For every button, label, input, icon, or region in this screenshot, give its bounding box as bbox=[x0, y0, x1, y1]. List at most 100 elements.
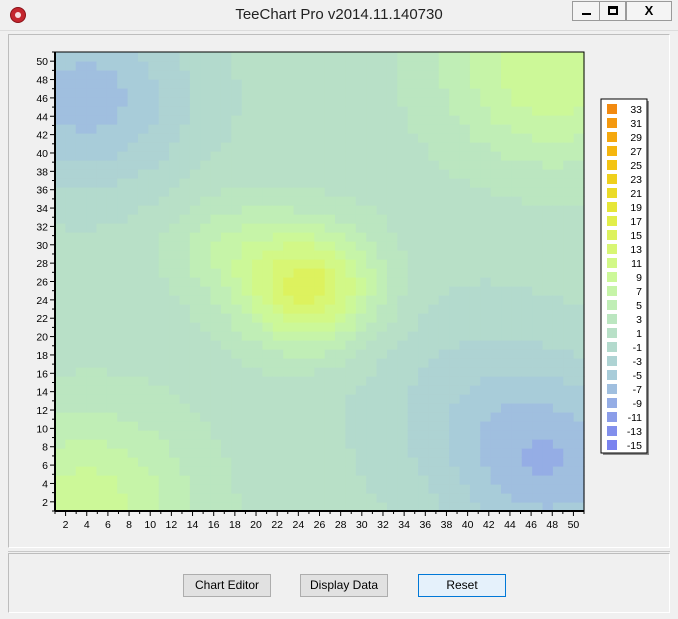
heatmap-cell bbox=[220, 367, 232, 377]
heatmap-cell bbox=[148, 124, 160, 134]
heatmap-cell bbox=[397, 376, 409, 386]
heatmap-cell bbox=[449, 259, 461, 269]
heatmap-cell bbox=[366, 223, 378, 233]
heatmap-cell bbox=[511, 277, 523, 287]
chart-panel[interactable]: 2 4 6 8 10 12 14 16 18 20 22 24 26 28 30 32 34 36 38 40 42 44… bbox=[8, 34, 670, 548]
heatmap-cell bbox=[376, 196, 388, 206]
close-button[interactable]: X bbox=[626, 1, 672, 21]
heatmap-cell bbox=[231, 322, 243, 332]
heatmap-cell bbox=[65, 466, 77, 476]
heatmap-cell bbox=[501, 151, 512, 161]
heatmap-cell bbox=[169, 421, 181, 431]
heatmap-cell bbox=[397, 394, 409, 404]
heatmap-cell bbox=[303, 439, 315, 449]
heatmap-cell bbox=[117, 61, 129, 71]
heatmap-cell bbox=[220, 331, 232, 341]
heatmap-cell bbox=[231, 142, 243, 152]
heatmap-cell bbox=[511, 223, 523, 233]
heatmap-cell bbox=[521, 79, 533, 89]
heatmap-cell bbox=[189, 367, 201, 377]
heatmap-cell bbox=[262, 358, 274, 368]
heatmap-cell bbox=[189, 205, 201, 215]
heatmap-cell bbox=[490, 295, 502, 305]
heatmap-cell bbox=[303, 241, 315, 251]
heatmap-cell bbox=[552, 61, 564, 71]
heatmap-cell bbox=[96, 412, 108, 422]
heatmap-cell bbox=[407, 142, 419, 152]
heatmap-cell bbox=[552, 70, 564, 80]
title-bar[interactable]: TeeChart Pro v2014.11.140730 X bbox=[0, 0, 678, 31]
heatmap-cell bbox=[324, 61, 336, 71]
heatmap-cell bbox=[386, 358, 398, 368]
heatmap-cell bbox=[137, 466, 149, 476]
heatmap-cell bbox=[179, 367, 191, 377]
heatmap-cell bbox=[324, 79, 336, 89]
heatmap-cell bbox=[158, 313, 170, 323]
heatmap-cell bbox=[231, 79, 243, 89]
heatmap-chart[interactable]: 2468101214161820222426283032343638404244… bbox=[9, 35, 669, 547]
heatmap-cell bbox=[127, 484, 139, 494]
heatmap-cell bbox=[169, 187, 181, 197]
heatmap-cell bbox=[179, 196, 191, 206]
heatmap-cell bbox=[65, 142, 77, 152]
heatmap-cell bbox=[366, 322, 378, 332]
heatmap-cell bbox=[386, 394, 398, 404]
heatmap-cell bbox=[65, 133, 77, 143]
heatmap-cell bbox=[480, 214, 492, 224]
heatmap-cell bbox=[511, 214, 523, 224]
heatmap-cell bbox=[303, 178, 315, 188]
heatmap-cell bbox=[532, 187, 544, 197]
heatmap-cell bbox=[345, 349, 357, 359]
heatmap-cell bbox=[75, 421, 87, 431]
heatmap-cell bbox=[55, 286, 66, 296]
heatmap-cell bbox=[86, 160, 98, 170]
heatmap-cell bbox=[158, 376, 170, 386]
heatmap-cell bbox=[552, 160, 564, 170]
heatmap-cell bbox=[252, 187, 264, 197]
heatmap-cell bbox=[272, 430, 284, 440]
y-tick-label: 8 bbox=[42, 442, 48, 454]
heatmap-cell bbox=[490, 70, 502, 80]
heatmap-cell bbox=[501, 106, 512, 116]
heatmap-cell bbox=[210, 430, 222, 440]
heatmap-cell bbox=[345, 214, 357, 224]
heatmap-cell bbox=[293, 358, 305, 368]
chart-editor-button[interactable]: Chart Editor bbox=[183, 574, 271, 597]
heatmap-cell bbox=[501, 439, 512, 449]
heatmap-cell bbox=[293, 394, 305, 404]
heatmap-cell bbox=[96, 124, 108, 134]
heatmap-cell bbox=[345, 430, 357, 440]
heatmap-cell bbox=[490, 52, 502, 62]
heatmap-cell bbox=[428, 367, 440, 377]
heatmap-cell bbox=[272, 403, 284, 413]
heatmap-cell bbox=[376, 439, 388, 449]
heatmap-cell bbox=[563, 259, 575, 269]
heatmap-cell bbox=[449, 421, 461, 431]
heatmap-cell bbox=[521, 268, 533, 278]
heatmap-cell bbox=[314, 376, 326, 386]
heatmap-cell bbox=[324, 457, 336, 467]
heatmap-cell bbox=[272, 115, 284, 125]
heatmap-cell bbox=[293, 484, 305, 494]
heatmap-cell bbox=[86, 286, 98, 296]
heatmap-cell bbox=[55, 304, 66, 314]
heatmap-cell bbox=[106, 133, 118, 143]
heatmap-cell bbox=[376, 421, 388, 431]
heatmap-cell bbox=[428, 457, 440, 467]
heatmap-cell bbox=[55, 322, 66, 332]
display-data-button[interactable]: Display Data bbox=[300, 574, 388, 597]
heatmap-cell bbox=[293, 178, 305, 188]
heatmap-cell bbox=[449, 52, 461, 62]
maximize-button[interactable] bbox=[599, 1, 626, 21]
heatmap-cell bbox=[293, 142, 305, 152]
heatmap-cell bbox=[366, 106, 378, 116]
reset-button[interactable]: Reset bbox=[418, 574, 506, 597]
heatmap-cell bbox=[75, 367, 87, 377]
minimize-button[interactable] bbox=[572, 1, 600, 21]
legend-label: 23 bbox=[630, 174, 642, 186]
heatmap-cell bbox=[293, 403, 305, 413]
heatmap-cell bbox=[65, 106, 77, 116]
heatmap-cell bbox=[552, 196, 564, 206]
heatmap-cell bbox=[252, 421, 264, 431]
heatmap-cell bbox=[96, 196, 108, 206]
